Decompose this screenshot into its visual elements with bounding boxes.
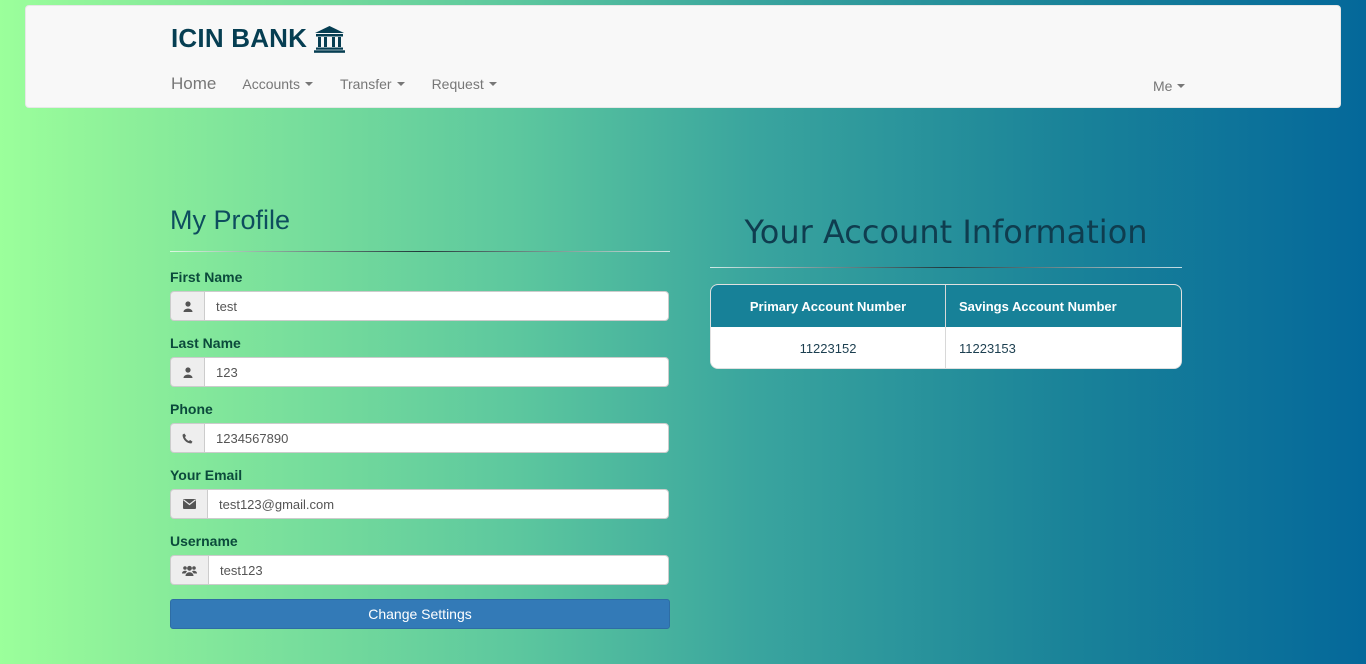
email-group: [170, 489, 669, 519]
main-nav: Home Accounts Transfer Request: [171, 74, 524, 94]
email-label: Your Email: [170, 467, 243, 483]
bank-icon: [314, 25, 346, 53]
column-header-savings: Savings Account Number: [945, 285, 1181, 327]
last-name-label: Last Name: [170, 335, 241, 351]
last-name-group: [170, 357, 669, 387]
caret-down-icon: [396, 82, 405, 86]
nav-request-label: Request: [431, 76, 484, 92]
primary-account-number: 11223152: [799, 340, 857, 356]
change-settings-button[interactable]: Change Settings: [170, 599, 670, 629]
column-header-primary: Primary Account Number: [749, 298, 907, 314]
brand-name: ICIN BANK: [171, 23, 308, 53]
nav-home[interactable]: Home: [171, 74, 216, 94]
nav-accounts-dropdown[interactable]: Accounts: [242, 76, 313, 92]
table-header-row: Primary Account Number Savings Account N…: [711, 285, 1181, 327]
username-input[interactable]: [208, 555, 669, 585]
account-info-title: Your Account Information: [744, 213, 1148, 251]
nav-accounts-label: Accounts: [242, 76, 300, 92]
phone-icon: [170, 423, 204, 453]
caret-down-icon: [1177, 84, 1186, 88]
first-name-input[interactable]: [204, 291, 669, 321]
phone-group: [170, 423, 669, 453]
nav-transfer-label: Transfer: [339, 76, 392, 92]
phone-input[interactable]: [204, 423, 669, 453]
profile-divider: [170, 251, 670, 252]
envelope-icon: [170, 489, 207, 519]
username-label: Username: [170, 533, 238, 549]
username-group: [170, 555, 669, 585]
table-row: 11223152 11223153: [711, 327, 1181, 368]
nav-me-label: Me: [1153, 78, 1173, 94]
brand[interactable]: ICIN BANK: [171, 23, 346, 54]
last-name-input[interactable]: [204, 357, 669, 387]
nav-me-dropdown[interactable]: Me: [1153, 78, 1186, 94]
account-info-divider: [710, 267, 1182, 268]
first-name-group: [170, 291, 669, 321]
caret-down-icon: [488, 82, 497, 86]
nav-transfer-dropdown[interactable]: Transfer: [340, 76, 405, 92]
user-icon: [170, 357, 204, 387]
first-name-label: First Name: [170, 269, 243, 285]
caret-down-icon: [304, 82, 313, 86]
savings-account-number: 11223153: [945, 327, 1181, 368]
email-input[interactable]: [207, 489, 669, 519]
nav-request-dropdown[interactable]: Request: [432, 76, 497, 92]
profile-title: My Profile: [170, 205, 291, 235]
phone-label: Phone: [170, 401, 213, 417]
account-table: Primary Account Number Savings Account N…: [710, 284, 1182, 369]
users-icon: [170, 555, 208, 585]
top-navbar: ICIN BANK Home Accounts Transfer Request…: [25, 5, 1341, 108]
user-icon: [170, 291, 204, 321]
